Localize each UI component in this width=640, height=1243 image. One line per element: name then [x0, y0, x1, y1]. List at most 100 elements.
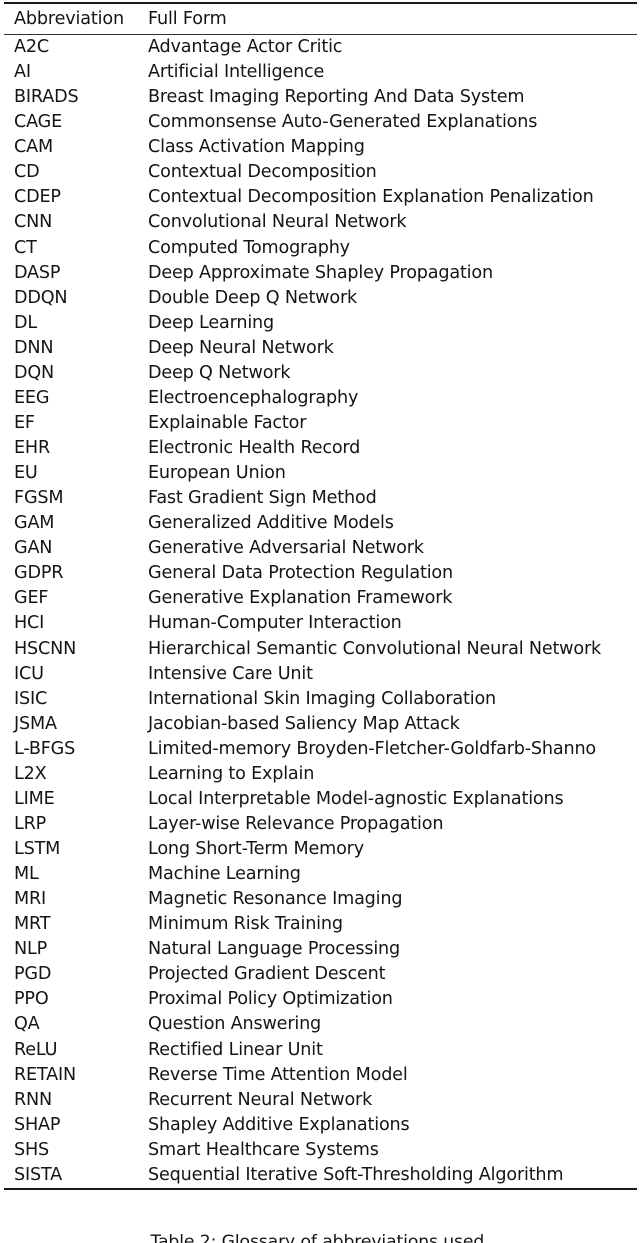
table-row: GDPR General Data Protection Regulation — [0, 561, 640, 586]
table-row: DASP Deep Approximate Shapley Propagation — [0, 261, 640, 286]
cell-full-form: Electronic Health Record — [148, 438, 361, 458]
cell-abbreviation: ML — [14, 864, 39, 885]
table-caption-text: Table 2: Glossary of abbreviations used. — [150, 1232, 490, 1243]
cell-full-form: Proximal Policy Optimization — [148, 989, 393, 1010]
cell-abbreviation: GEF — [14, 588, 49, 609]
cell-full-form: General Data Protection Regulation — [148, 563, 453, 584]
cell-abbreviation: HSCNN — [14, 638, 77, 659]
table-header-row: Abbreviation Full Form — [0, 4, 640, 34]
table-row: PPO Proximal Policy Optimization — [0, 987, 640, 1012]
cell-abbreviation: FGSM — [14, 488, 64, 509]
cell-full-form: International Skin Imaging Collaboration — [148, 688, 496, 709]
table-row: CNN Convolutional Neural Network — [0, 210, 640, 235]
cell-full-form: Reverse Time Attention Model — [148, 1064, 408, 1085]
table-row: RETAIN Reverse Time Attention Model — [0, 1063, 640, 1088]
cell-full-form: Sequential Iterative Soft-Thresholding A… — [148, 1164, 564, 1185]
cell-full-form: Minimum Risk Training — [148, 914, 343, 935]
cell-full-form: Explainable Factor — [148, 412, 307, 433]
cell-abbreviation: A2C — [14, 37, 49, 57]
cell-abbreviation: EHR — [14, 438, 51, 458]
cell-full-form: Learning to Explain — [148, 763, 315, 784]
table-row: PGD Projected Gradient Descent — [0, 962, 640, 987]
cell-full-form: Commonsense Auto-Generated Explanations — [148, 112, 538, 133]
table-row: ICU Intensive Care Unit — [0, 662, 640, 687]
cell-abbreviation: GDPR — [14, 563, 64, 584]
cell-abbreviation: ICU — [14, 663, 44, 684]
cell-abbreviation: CDEP — [14, 187, 61, 208]
table-row: FGSM Fast Gradient Sign Method — [0, 486, 640, 511]
cell-full-form: Computed Tomography — [148, 237, 350, 258]
cell-abbreviation: MRT — [14, 914, 51, 935]
cell-abbreviation: SHAP — [14, 1114, 61, 1135]
cell-abbreviation: BIRADS — [14, 87, 79, 108]
cell-abbreviation: RETAIN — [14, 1064, 77, 1085]
table-row: CAGE Commonsense Auto-Generated Explanati… — [0, 110, 640, 135]
cell-full-form: Fast Gradient Sign Method — [148, 488, 377, 509]
cell-full-form: Artificial Intelligence — [148, 62, 325, 83]
cell-full-form: Advantage Actor Critic — [148, 37, 343, 57]
table-grid: Abbreviation Full Form — [0, 4, 640, 34]
table-body: A2C Advantage Actor Critic AI Artificial In… — [0, 35, 640, 1188]
cell-abbreviation: JSMA — [14, 713, 57, 734]
table-row: A2C Advantage Actor Critic — [0, 35, 640, 60]
cell-full-form: Shapley Additive Explanations — [148, 1114, 410, 1135]
table-row: DL Deep Learning — [0, 311, 640, 336]
cell-full-form: European Union — [148, 463, 286, 484]
cell-full-form: Machine Learning — [148, 864, 301, 885]
table-row: GEF Generative Explanation Framework — [0, 586, 640, 611]
cell-abbreviation: EU — [14, 463, 38, 484]
cell-abbreviation: CT — [14, 237, 37, 258]
cell-abbreviation: DASP — [14, 262, 61, 283]
table-row: L2X Learning to Explain — [0, 762, 640, 787]
cell-full-form: Electroencephalography — [148, 387, 359, 408]
table-header: Abbreviation Full Form — [0, 4, 640, 34]
cell-abbreviation: DL — [14, 312, 37, 333]
table-caption: Table 2: Glossary of abbreviations used. — [0, 1231, 640, 1243]
cell-abbreviation: LSTM — [14, 839, 61, 859]
column-header-abbreviation: Abbreviation — [14, 9, 125, 29]
table-row: SISTA Sequential Iterative Soft-Threshold… — [0, 1163, 640, 1188]
cell-full-form: Question Answering — [148, 1014, 322, 1035]
cell-abbreviation: CNN — [14, 212, 53, 233]
table-row: SHS Smart Healthcare Systems — [0, 1138, 640, 1163]
table-row: MRT Minimum Risk Training — [0, 912, 640, 937]
cell-abbreviation: PGD — [14, 964, 52, 985]
cell-abbreviation: L-BFGS — [14, 738, 76, 759]
cell-full-form: Magnetic Resonance Imaging — [148, 889, 403, 910]
cell-full-form: Layer-wise Relevance Propagation — [148, 813, 444, 834]
cell-full-form: Double Deep Q Network — [148, 287, 358, 308]
table-row: HSCNN Hierarchical Semantic Convolutional… — [0, 637, 640, 662]
cell-full-form: Convolutional Neural Network — [148, 212, 407, 233]
cell-full-form: Long Short-Term Memory — [148, 839, 364, 859]
cell-full-form: Contextual Decomposition Explanation Pen… — [148, 187, 594, 208]
cell-abbreviation: ISIC — [14, 688, 48, 709]
cell-abbreviation: RNN — [14, 1089, 53, 1110]
cell-abbreviation: PPO — [14, 989, 49, 1010]
cell-abbreviation: CAGE — [14, 112, 63, 133]
column-header-full-form: Full Form — [148, 9, 227, 29]
table-row: CAM Class Activation Mapping — [0, 135, 640, 160]
cell-full-form: Deep Approximate Shapley Propagation — [148, 262, 493, 283]
cell-full-form: Generalized Additive Models — [148, 513, 394, 534]
table-row: QA Question Answering — [0, 1012, 640, 1037]
cell-full-form: Rectified Linear Unit — [148, 1039, 323, 1060]
table-row: AI Artificial Intelligence — [0, 60, 640, 85]
cell-full-form: Human-Computer Interaction — [148, 613, 402, 634]
table-row: EEG Electroencephalography — [0, 386, 640, 411]
table-row: GAM Generalized Additive Models — [0, 511, 640, 536]
table-row: CDEP Contextual Decomposition Explanation… — [0, 185, 640, 210]
cell-abbreviation: GAN — [14, 538, 53, 559]
table-body-grid: A2C Advantage Actor Critic AI Artificial In… — [0, 35, 640, 1188]
cell-full-form: Generative Explanation Framework — [148, 588, 453, 609]
table-row: LRP Layer-wise Relevance Propagation — [0, 812, 640, 837]
table-row: SHAP Shapley Additive Explanations — [0, 1113, 640, 1138]
cell-abbreviation: CD — [14, 162, 40, 183]
cell-full-form: Deep Q Network — [148, 362, 291, 383]
cell-abbreviation: LRP — [14, 813, 47, 834]
table-row: CD Contextual Decomposition — [0, 160, 640, 185]
cell-full-form: Deep Learning — [148, 312, 274, 333]
cell-abbreviation: MRI — [14, 889, 47, 910]
table-row: NLP Natural Language Processing — [0, 937, 640, 962]
table-row: EF Explainable Factor — [0, 411, 640, 436]
table-row: HCI Human-Computer Interaction — [0, 611, 640, 636]
